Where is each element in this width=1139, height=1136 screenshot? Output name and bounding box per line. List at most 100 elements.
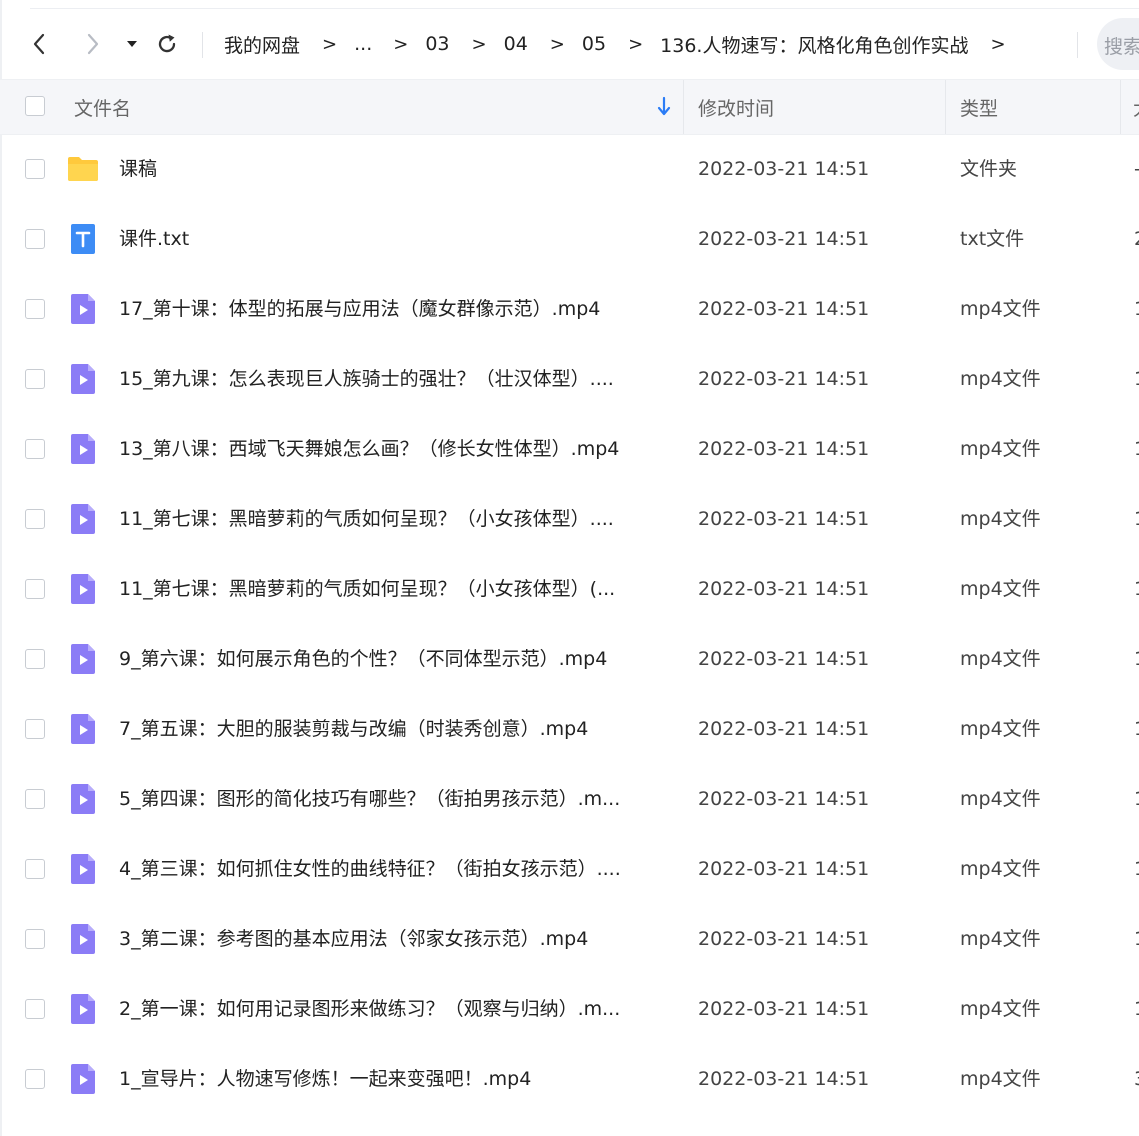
text-file-icon [67, 223, 99, 255]
file-size: 2 [1134, 204, 1139, 274]
breadcrumb-separator: > [322, 33, 338, 55]
video-file-icon [67, 993, 99, 1025]
table-row[interactable]: 3_第二课：参考图的基本应用法（邻家女孩示范）.mp4 2022-03-21 14… [0, 904, 1139, 974]
row-checkbox[interactable] [25, 789, 45, 809]
toolbar: 我的网盘 > ... > 03 > 04 > 05 > 136.人物速写：风格化… [0, 10, 1139, 78]
file-name[interactable]: 11_第七课：黑暗萝莉的气质如何呈现？（小女孩体型）.... [119, 484, 614, 554]
file-name[interactable]: 17_第十课：体型的拓展与应用法（魔女群像示范）.mp4 [119, 274, 600, 344]
row-checkbox[interactable] [25, 439, 45, 459]
file-name[interactable]: 5_第四课：图形的简化技巧有哪些？（街拍男孩示范）.m... [119, 764, 620, 834]
file-modified-time: 2022-03-21 14:51 [698, 648, 870, 670]
column-divider [1120, 80, 1121, 134]
row-checkbox[interactable] [25, 299, 45, 319]
video-file-icon [67, 363, 99, 395]
row-checkbox[interactable] [25, 649, 45, 669]
file-size: 1 [1134, 414, 1139, 484]
table-header: 文件名 修改时间 类型 大 [0, 79, 1139, 135]
file-name[interactable]: 15_第九课：怎么表现巨人族骑士的强壮？（壮汉体型）.... [119, 344, 614, 414]
row-checkbox[interactable] [25, 579, 45, 599]
file-name[interactable]: 1_宣导片：人物速写修炼！一起来变强吧！.mp4 [119, 1044, 531, 1114]
breadcrumb-item[interactable]: 我的网盘 [224, 31, 300, 58]
file-type: mp4文件 [960, 1068, 1041, 1090]
file-size: 1 [1134, 904, 1139, 974]
table-row[interactable]: 2_第一课：如何用记录图形来做练习？（观察与归纳）.m... 2022-03-21… [0, 974, 1139, 1044]
file-modified-time: 2022-03-21 14:51 [698, 858, 870, 880]
file-type: 文件夹 [960, 158, 1018, 180]
file-size: 1 [1134, 484, 1139, 554]
file-modified-time: 2022-03-21 14:51 [698, 998, 870, 1020]
table-row[interactable]: 7_第五课：大胆的服装剪裁与改编（时装秀创意）.mp4 2022-03-21 14… [0, 694, 1139, 764]
row-checkbox[interactable] [25, 369, 45, 389]
file-type: mp4文件 [960, 438, 1041, 460]
file-type: mp4文件 [960, 928, 1041, 950]
table-row[interactable]: 9_第六课：如何展示角色的个性？（不同体型示范）.mp4 2022-03-21 1… [0, 624, 1139, 694]
file-size: 1 [1134, 344, 1139, 414]
file-name[interactable]: 7_第五课：大胆的服装剪裁与改编（时装秀创意）.mp4 [119, 694, 588, 764]
row-checkbox[interactable] [25, 719, 45, 739]
file-name[interactable]: 课稿 [119, 134, 157, 204]
breadcrumb-item[interactable]: ... [354, 33, 372, 55]
table-row[interactable]: 11_第七课：黑暗萝莉的气质如何呈现？（小女孩体型）.... 2022-03-21… [0, 484, 1139, 554]
file-size: 3 [1134, 1044, 1139, 1114]
table-row[interactable]: 15_第九课：怎么表现巨人族骑士的强壮？（壮汉体型）.... 2022-03-21… [0, 344, 1139, 414]
file-name[interactable]: 3_第二课：参考图的基本应用法（邻家女孩示范）.mp4 [119, 904, 588, 974]
row-checkbox[interactable] [25, 859, 45, 879]
file-modified-time: 2022-03-21 14:51 [698, 228, 870, 250]
table-row[interactable]: 4_第三课：如何抓住女性的曲线特征？（街拍女孩示范）.... 2022-03-21… [0, 834, 1139, 904]
row-checkbox[interactable] [25, 1069, 45, 1089]
refresh-icon[interactable] [154, 26, 180, 62]
video-file-icon [67, 293, 99, 325]
column-divider [945, 80, 946, 134]
file-size: 1 [1134, 274, 1139, 344]
file-size: 1 [1134, 834, 1139, 904]
file-modified-time: 2022-03-21 14:51 [698, 368, 870, 390]
row-checkbox[interactable] [25, 999, 45, 1019]
table-row[interactable]: 17_第十课：体型的拓展与应用法（魔女群像示范）.mp4 2022-03-21 1… [0, 274, 1139, 344]
file-name[interactable]: 4_第三课：如何抓住女性的曲线特征？（街拍女孩示范）.... [119, 834, 621, 904]
breadcrumb-separator: > [471, 33, 487, 55]
file-modified-time: 2022-03-21 14:51 [698, 928, 870, 950]
file-type: txt文件 [960, 228, 1025, 250]
row-checkbox[interactable] [25, 159, 45, 179]
column-header-type[interactable]: 类型 [960, 80, 998, 134]
file-type: mp4文件 [960, 648, 1041, 670]
column-header-modified[interactable]: 修改时间 [698, 80, 774, 134]
file-name[interactable]: 13_第八课：西域飞天舞娘怎么画？（修长女性体型）.mp4 [119, 414, 619, 484]
file-name[interactable]: 课件.txt [119, 204, 189, 274]
caret-down-icon[interactable] [119, 26, 145, 62]
search-placeholder: 搜索 [1104, 36, 1139, 58]
video-file-icon [67, 853, 99, 885]
file-name[interactable]: 2_第一课：如何用记录图形来做练习？（观察与归纳）.m... [119, 974, 620, 1044]
file-size: 1 [1134, 764, 1139, 834]
breadcrumb-current[interactable]: 136.人物速写：风格化角色创作实战 [660, 31, 968, 58]
breadcrumb-item[interactable]: 05 [582, 33, 606, 55]
column-header-name[interactable]: 文件名 [74, 80, 131, 134]
row-checkbox[interactable] [25, 509, 45, 529]
column-header-size[interactable]: 大 [1133, 80, 1139, 134]
video-file-icon [67, 783, 99, 815]
table-row[interactable]: 5_第四课：图形的简化技巧有哪些？（街拍男孩示范）.m... 2022-03-21… [0, 764, 1139, 834]
table-row[interactable]: 1_宣导片：人物速写修炼！一起来变强吧！.mp4 2022-03-21 14:51… [0, 1044, 1139, 1114]
file-name[interactable]: 9_第六课：如何展示角色的个性？（不同体型示范）.mp4 [119, 624, 607, 694]
breadcrumb-item[interactable]: 03 [425, 33, 449, 55]
table-row[interactable]: 课件.txt 2022-03-21 14:51 txt文件 2 [0, 204, 1139, 274]
row-checkbox[interactable] [25, 229, 45, 249]
select-all-checkbox[interactable] [25, 96, 45, 116]
file-name[interactable]: 11_第七课：黑暗萝莉的气质如何呈现？（小女孩体型）(... [119, 554, 615, 624]
file-modified-time: 2022-03-21 14:51 [698, 508, 870, 530]
table-row[interactable]: 11_第七课：黑暗萝莉的气质如何呈现？（小女孩体型）(... 2022-03-21… [0, 554, 1139, 624]
chevron-left-icon[interactable] [26, 26, 52, 62]
breadcrumb-item[interactable]: 04 [504, 33, 528, 55]
breadcrumb-separator: > [990, 33, 1006, 55]
chevron-right-icon[interactable] [80, 26, 106, 62]
video-file-icon [67, 643, 99, 675]
file-size: 1 [1134, 554, 1139, 624]
video-file-icon [67, 1063, 99, 1095]
row-checkbox[interactable] [25, 929, 45, 949]
table-row[interactable]: 13_第八课：西域飞天舞娘怎么画？（修长女性体型）.mp4 2022-03-21 … [0, 414, 1139, 484]
search-input[interactable]: 搜索 [1097, 18, 1139, 70]
file-type: mp4文件 [960, 298, 1041, 320]
arrow-down-icon[interactable] [656, 96, 672, 118]
table-row[interactable]: 课稿 2022-03-21 14:51 文件夹 - [0, 134, 1139, 204]
file-modified-time: 2022-03-21 14:51 [698, 718, 870, 740]
